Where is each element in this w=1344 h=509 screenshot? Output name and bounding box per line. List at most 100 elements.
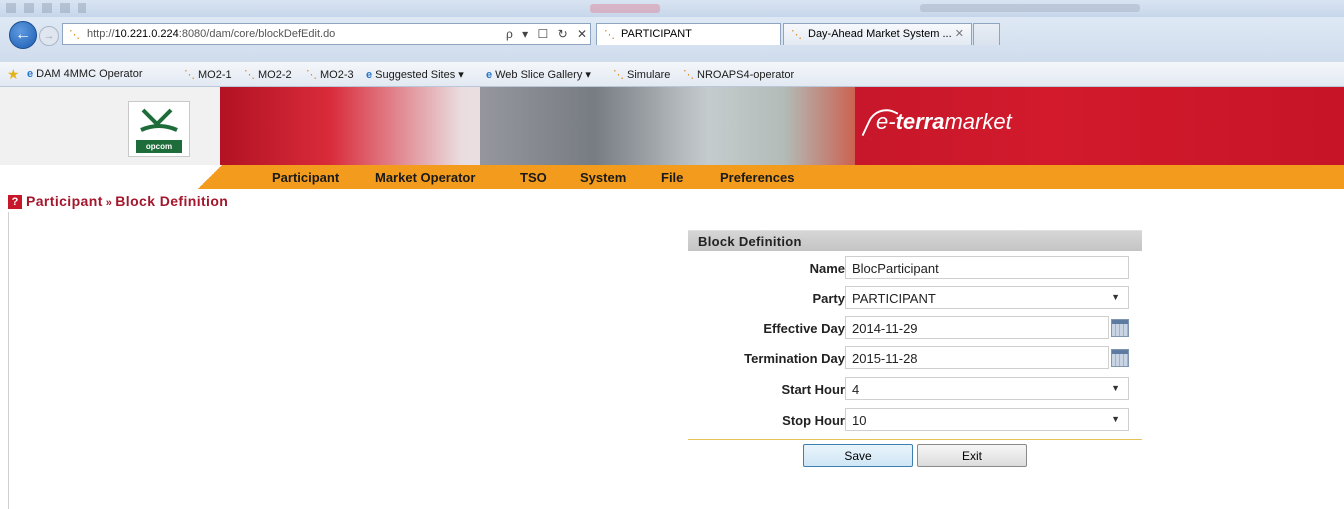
menu-system[interactable]: System xyxy=(580,170,626,185)
brand-suffix: market xyxy=(944,109,1012,134)
form-title: Block Definition xyxy=(698,234,802,249)
breadcrumb-current: Block Definition xyxy=(115,193,229,209)
favorite-label: DAM 4MMC Operator xyxy=(36,68,143,80)
name-row: Name BlocParticipant xyxy=(688,256,1142,280)
favorite-label: MO2-3 xyxy=(320,69,354,81)
favorites-star-icon[interactable]: ★ xyxy=(7,66,20,83)
start-hour-select[interactable]: 4 ▼ xyxy=(845,377,1129,400)
window-title xyxy=(920,4,1140,12)
menu-participant[interactable]: Participant xyxy=(272,170,339,185)
menu-file[interactable]: File xyxy=(661,170,683,185)
site-favicon-icon: ⋱ xyxy=(683,69,694,81)
e-terramarket-brand: e-terramarket xyxy=(861,96,1062,148)
favorite-simulare[interactable]: ⋱ Simulare xyxy=(613,68,670,81)
ie-page-icon: e xyxy=(486,69,493,81)
party-select[interactable]: PARTICIPANT ▼ xyxy=(845,286,1129,309)
site-favicon-icon: ⋱ xyxy=(244,69,255,81)
content-left-border xyxy=(8,212,9,509)
favorites-bar: ★ e DAM 4MMC Operator ⋱ MO2-1 ⋱ MO2-2 ⋱ MO2-… xyxy=(0,62,1344,87)
menu-tso[interactable]: TSO xyxy=(520,170,547,185)
chevron-down-icon: ▼ xyxy=(1111,292,1120,302)
save-button[interactable]: Save xyxy=(803,444,913,467)
menu-market-operator[interactable]: Market Operator xyxy=(375,170,475,185)
start-hour-value: 4 xyxy=(852,382,860,397)
effective-day-input[interactable]: 2014-11-29 xyxy=(845,316,1109,339)
title-bar-highlight xyxy=(590,4,660,13)
calendar-icon[interactable] xyxy=(1111,319,1129,337)
forward-button[interactable]: → xyxy=(39,26,59,46)
brand-text: e-terramarket xyxy=(876,109,1012,135)
opcom-mark-icon xyxy=(137,106,181,138)
help-icon[interactable]: ? xyxy=(8,195,22,209)
address-tools-icons[interactable]: ρ ▾ ☐ ↻ ✕ xyxy=(506,27,590,41)
tab-close-icon[interactable]: ✕ xyxy=(955,27,964,40)
url-path: :8080/dam/core/blockDefEdit.do xyxy=(178,28,336,40)
effective-day-row: Effective Day 2014-11-29 xyxy=(688,316,1142,340)
tab-label: PARTICIPANT xyxy=(621,28,692,40)
stop-hour-value: 10 xyxy=(852,413,867,428)
name-label: Name xyxy=(809,261,845,276)
main-menu-bar: Participant Market Operator TSO System F… xyxy=(195,165,1344,189)
site-favicon-icon: ⋱ xyxy=(69,29,80,41)
url-prefix: http:// xyxy=(87,28,115,40)
address-url[interactable]: http://10.221.0.224:8080/dam/core/blockD… xyxy=(87,28,335,40)
favorite-label: MO2-2 xyxy=(258,69,292,81)
brand-bold: terra xyxy=(895,109,945,134)
banner-workers-photo xyxy=(480,87,860,165)
exit-button[interactable]: Exit xyxy=(917,444,1027,467)
tab-favicon-icon: ⋱ xyxy=(604,29,615,41)
chevron-down-icon: ▼ xyxy=(1111,414,1120,424)
termination-day-row: Termination Day 2015-11-28 xyxy=(688,346,1142,370)
name-value: BlocParticipant xyxy=(852,261,939,276)
ie-page-icon: e xyxy=(366,69,373,81)
ie-page-icon: e xyxy=(27,68,34,80)
form-header: Block Definition xyxy=(688,230,1142,251)
breadcrumb-trail: Participant» Block Definition xyxy=(26,193,228,209)
brand-prefix: e- xyxy=(876,109,896,134)
favorite-mo2-1[interactable]: ⋱ MO2-1 xyxy=(184,68,232,81)
favorite-label: Web Slice Gallery ▾ xyxy=(495,69,591,81)
tab-day-ahead-market[interactable]: ⋱ Day-Ahead Market System ... ✕ xyxy=(783,23,972,45)
party-label: Party xyxy=(812,291,845,306)
stop-hour-select[interactable]: 10 ▼ xyxy=(845,408,1129,431)
termination-day-value: 2015-11-28 xyxy=(852,351,918,366)
favorite-label: NROAPS4-operator xyxy=(697,69,795,81)
favorite-mo2-3[interactable]: ⋱ MO2-3 xyxy=(306,68,354,81)
name-input[interactable]: BlocParticipant xyxy=(845,256,1129,279)
favorite-mo2-2[interactable]: ⋱ MO2-2 xyxy=(244,68,292,81)
favorite-suggested-sites[interactable]: e Suggested Sites ▾ xyxy=(366,68,464,81)
new-tab-button[interactable] xyxy=(973,23,1000,45)
calendar-icon[interactable] xyxy=(1111,349,1129,367)
menu-bar-wedge xyxy=(195,165,225,189)
site-favicon-icon: ⋱ xyxy=(613,69,624,81)
stop-hour-label: Stop Hour xyxy=(782,413,845,428)
favorite-label: MO2-1 xyxy=(198,69,232,81)
block-definition-form: Block Definition Name BlocParticipant Pa… xyxy=(688,230,1142,442)
address-bar[interactable]: ⋱ http://10.221.0.224:8080/dam/core/bloc… xyxy=(62,23,591,45)
quick-access-toolbar xyxy=(6,3,86,13)
menu-preferences[interactable]: Preferences xyxy=(720,170,794,185)
site-favicon-icon: ⋱ xyxy=(306,69,317,81)
tab-favicon-icon: ⋱ xyxy=(791,29,802,41)
favorite-nroaps4-operator[interactable]: ⋱ NROAPS4-operator xyxy=(683,68,794,81)
effective-day-label: Effective Day xyxy=(763,321,845,336)
window-title-bar xyxy=(0,0,1344,17)
url-host: 10.221.0.224 xyxy=(114,28,179,40)
opcom-logo[interactable]: opcom xyxy=(128,101,190,157)
breadcrumb-parent[interactable]: Participant xyxy=(26,193,103,209)
opcom-logo-text: opcom xyxy=(136,140,182,153)
favorite-label: Simulare xyxy=(627,69,671,81)
favorite-dam-4mmc-operator[interactable]: e DAM 4MMC Operator xyxy=(27,68,142,80)
header-banner xyxy=(0,87,1344,165)
form-divider xyxy=(688,439,1142,440)
tab-label: Day-Ahead Market System ... xyxy=(808,28,952,40)
party-row: Party PARTICIPANT ▼ xyxy=(688,286,1142,310)
termination-day-input[interactable]: 2015-11-28 xyxy=(845,346,1109,369)
effective-day-value: 2014-11-29 xyxy=(852,321,918,336)
favorite-label: Suggested Sites ▾ xyxy=(375,69,464,81)
tab-participant[interactable]: ⋱ PARTICIPANT xyxy=(596,23,781,45)
start-hour-row: Start Hour 4 ▼ xyxy=(688,377,1142,401)
back-button[interactable]: ← xyxy=(9,21,37,49)
favorite-web-slice-gallery[interactable]: e Web Slice Gallery ▾ xyxy=(486,68,591,81)
banner-left-background xyxy=(0,87,230,165)
